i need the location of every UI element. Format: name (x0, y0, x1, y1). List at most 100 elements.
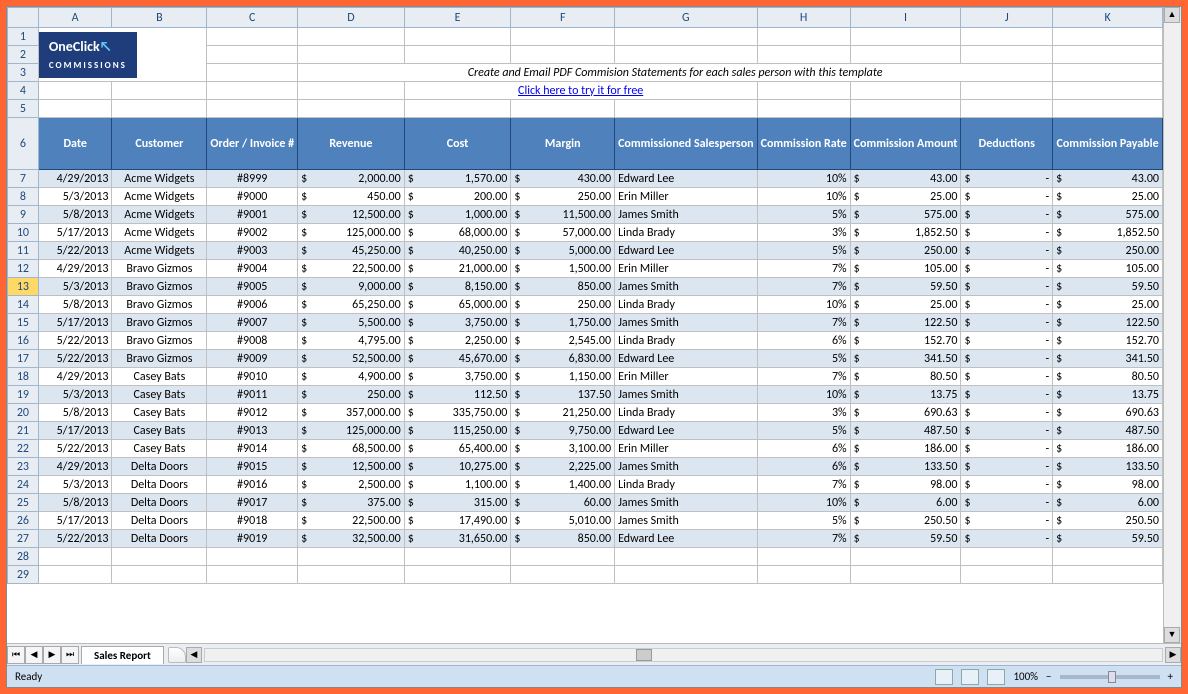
cell[interactable]: $2,500.00 (298, 476, 405, 494)
cell[interactable]: 5% (757, 422, 850, 440)
cell[interactable]: 10% (757, 170, 850, 188)
try-link[interactable]: Click here to try it for free (404, 82, 757, 100)
cell[interactable]: #9017 (207, 494, 298, 512)
horizontal-scrollbar[interactable]: ◀ ▶ (186, 647, 1181, 663)
row-header[interactable]: 2 (8, 46, 39, 64)
cell[interactable]: $52,500.00 (298, 350, 405, 368)
cell[interactable]: 7% (757, 368, 850, 386)
cell[interactable]: $- (961, 278, 1053, 296)
cell[interactable]: #9009 (207, 350, 298, 368)
cell[interactable]: 5% (757, 242, 850, 260)
cell[interactable] (112, 548, 207, 566)
cell[interactable]: $575.00 (850, 206, 961, 224)
cell[interactable] (850, 82, 961, 100)
row-header[interactable]: 10 (8, 224, 39, 242)
cell[interactable] (112, 100, 207, 118)
cell[interactable]: $4,900.00 (298, 368, 405, 386)
cell[interactable]: Casey Bats (112, 368, 207, 386)
table-header[interactable]: Margin (511, 118, 615, 170)
cell[interactable]: $- (961, 458, 1053, 476)
cell[interactable]: $341.50 (850, 350, 961, 368)
cell[interactable]: Casey Bats (112, 440, 207, 458)
cell[interactable]: Linda Brady (615, 404, 758, 422)
cell[interactable]: $690.63 (850, 404, 961, 422)
cell[interactable] (615, 566, 758, 584)
cell[interactable]: 7% (757, 260, 850, 278)
cell[interactable]: 5/3/2013 (38, 278, 112, 296)
cell[interactable]: $690.63 (1053, 404, 1163, 422)
cell[interactable]: $57,000.00 (511, 224, 615, 242)
cell[interactable] (404, 46, 511, 64)
cell[interactable]: 5/17/2013 (38, 422, 112, 440)
cell[interactable]: $25.00 (1053, 188, 1163, 206)
cell[interactable]: $25.00 (850, 188, 961, 206)
scroll-down-icon[interactable]: ▼ (1164, 627, 1180, 643)
cell[interactable]: 10% (757, 494, 850, 512)
cell[interactable]: $40,250.00 (404, 242, 511, 260)
cell[interactable]: Linda Brady (615, 296, 758, 314)
cell[interactable]: $6.00 (1053, 494, 1163, 512)
row-header[interactable]: 11 (8, 242, 39, 260)
cell[interactable]: #9019 (207, 530, 298, 548)
cell[interactable]: $59.50 (1053, 278, 1163, 296)
cell[interactable]: $3,750.00 (404, 368, 511, 386)
cell[interactable]: $133.50 (1053, 458, 1163, 476)
cell[interactable]: Delta Doors (112, 512, 207, 530)
cell[interactable]: #9016 (207, 476, 298, 494)
cell[interactable]: 7% (757, 530, 850, 548)
hscroll-track[interactable] (204, 648, 1163, 662)
worksheet[interactable]: ABCDEFGHIJK1OneClick↖COMMISSIONS23Create… (7, 7, 1163, 643)
cell[interactable] (961, 46, 1053, 64)
cell[interactable]: $17,490.00 (404, 512, 511, 530)
cell[interactable]: $3,750.00 (404, 314, 511, 332)
cell[interactable]: $3,100.00 (511, 440, 615, 458)
cell[interactable]: $65,400.00 (404, 440, 511, 458)
cell[interactable]: $2,225.00 (511, 458, 615, 476)
row-header[interactable]: 23 (8, 458, 39, 476)
cell[interactable]: Delta Doors (112, 530, 207, 548)
scroll-track[interactable] (1164, 23, 1181, 627)
cell[interactable]: 5/8/2013 (38, 296, 112, 314)
cell[interactable]: Edward Lee (615, 422, 758, 440)
cell[interactable] (757, 46, 850, 64)
cell[interactable]: #9007 (207, 314, 298, 332)
cell[interactable]: $487.50 (850, 422, 961, 440)
cell[interactable]: James Smith (615, 458, 758, 476)
cell[interactable]: #9004 (207, 260, 298, 278)
cell[interactable] (511, 100, 615, 118)
row-header[interactable]: 15 (8, 314, 39, 332)
view-pagebreak-icon[interactable] (987, 669, 1005, 685)
cell[interactable] (1053, 100, 1163, 118)
cell[interactable]: #9005 (207, 278, 298, 296)
cell[interactable]: $133.50 (850, 458, 961, 476)
cell[interactable]: $- (961, 512, 1053, 530)
cell[interactable]: #9012 (207, 404, 298, 422)
cell[interactable]: $- (961, 422, 1053, 440)
cell[interactable] (298, 100, 405, 118)
cell[interactable] (207, 566, 298, 584)
scroll-left-icon[interactable]: ◀ (186, 647, 202, 663)
cell[interactable]: $375.00 (298, 494, 405, 512)
cell[interactable]: Acme Widgets (112, 188, 207, 206)
cell[interactable]: $850.00 (511, 278, 615, 296)
cell[interactable]: $250.00 (511, 188, 615, 206)
cell[interactable]: $59.50 (850, 278, 961, 296)
tab-first-icon[interactable]: ⏮ (7, 646, 25, 664)
cell[interactable] (404, 566, 511, 584)
cell[interactable]: $1,400.00 (511, 476, 615, 494)
cell[interactable]: $45,670.00 (404, 350, 511, 368)
cell[interactable]: $122.50 (1053, 314, 1163, 332)
cell[interactable]: $11,500.00 (511, 206, 615, 224)
cell[interactable]: $430.00 (511, 170, 615, 188)
row-header[interactable]: 13 (8, 278, 39, 296)
cell[interactable]: $10,275.00 (404, 458, 511, 476)
cell[interactable]: 4/29/2013 (38, 260, 112, 278)
zoom-slider[interactable] (1060, 675, 1160, 679)
cell[interactable] (511, 46, 615, 64)
cell[interactable]: $- (961, 260, 1053, 278)
cell[interactable]: $250.50 (850, 512, 961, 530)
cell[interactable]: $22,500.00 (298, 512, 405, 530)
row-header[interactable]: 26 (8, 512, 39, 530)
cell[interactable]: James Smith (615, 386, 758, 404)
cell[interactable]: $- (961, 206, 1053, 224)
